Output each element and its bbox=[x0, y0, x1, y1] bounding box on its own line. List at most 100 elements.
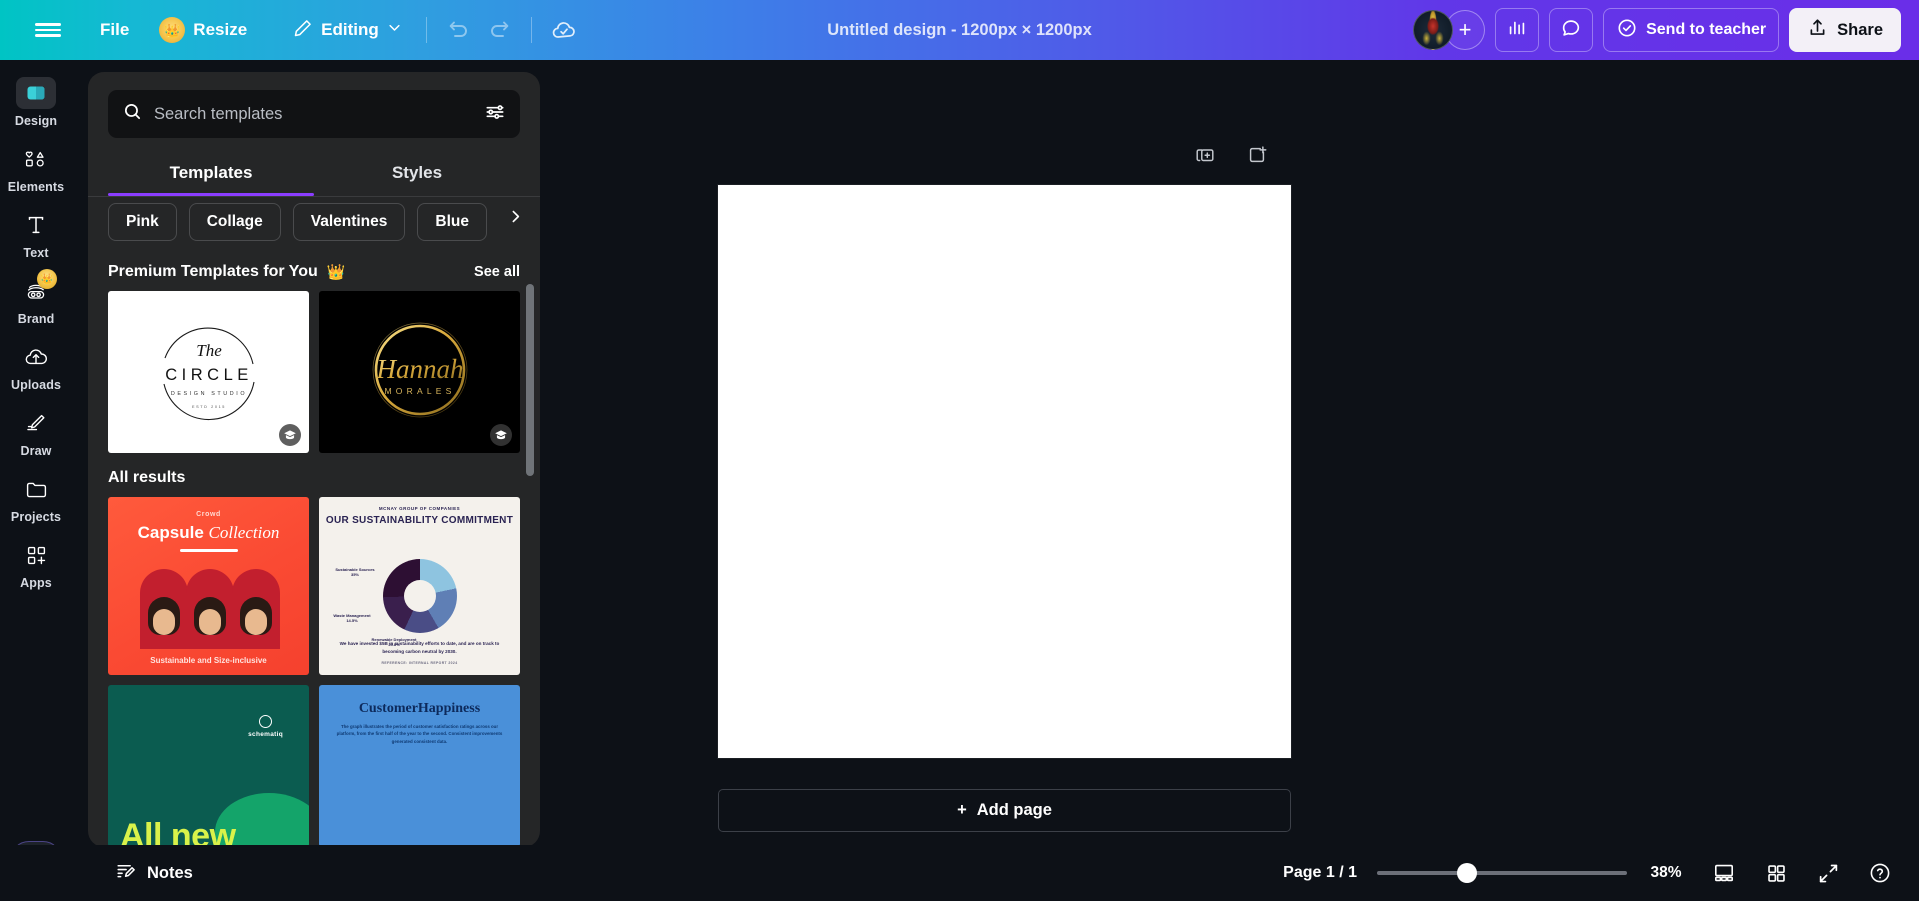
template-card-hannah-morales[interactable]: Hannah MORALES bbox=[319, 291, 520, 453]
sidebar-item-uploads[interactable]: Uploads bbox=[4, 334, 68, 398]
bottom-toolbar-right-group: Page 1 / 1 38% bbox=[1283, 856, 1899, 890]
sidebar-item-apps[interactable]: Apps bbox=[4, 532, 68, 596]
see-all-link[interactable]: See all bbox=[474, 264, 520, 280]
template-card-capsule-collection[interactable]: Crowd Capsule Collection Sustainable and… bbox=[108, 497, 309, 675]
all-results-grid: Crowd Capsule Collection Sustainable and… bbox=[108, 497, 520, 847]
capsule-underline bbox=[180, 549, 238, 552]
help-question-icon[interactable] bbox=[1861, 856, 1899, 890]
chip-blue[interactable]: Blue bbox=[417, 203, 487, 241]
premium-templates-grid: The CIRCLE DESIGN STUDIO ESTD 2015 bbox=[108, 291, 520, 453]
notes-button[interactable]: Notes bbox=[105, 853, 203, 894]
chip-valentines[interactable]: Valentines bbox=[293, 203, 406, 241]
resize-button[interactable]: 👑 Resize bbox=[147, 8, 259, 52]
analytics-button[interactable] bbox=[1495, 8, 1539, 52]
schematiq-logo: schematiq bbox=[248, 715, 283, 738]
duplicate-page-icon[interactable] bbox=[1190, 140, 1220, 170]
text-t-icon bbox=[16, 209, 56, 241]
top-toolbar: File 👑 Resize Editing Unti bbox=[0, 0, 1919, 60]
send-to-teacher-button[interactable]: Send to teacher bbox=[1603, 8, 1779, 52]
premium-section-header: Premium Templates for You 👑 See all bbox=[108, 263, 520, 281]
sustain-body: We have invested $5B in sustainability e… bbox=[333, 640, 506, 655]
filter-sliders-icon[interactable] bbox=[484, 101, 506, 128]
sustain-label-1: Waste Management 14.5% bbox=[323, 613, 381, 623]
toolbar-divider-1 bbox=[426, 17, 427, 43]
top-toolbar-right-group: + Send to teacher bbox=[1413, 0, 1901, 60]
sidebar-label-brand: Brand bbox=[18, 312, 55, 326]
sidebar-item-projects[interactable]: Projects bbox=[4, 466, 68, 530]
sidebar-item-elements[interactable]: Elements bbox=[4, 136, 68, 200]
document-title[interactable]: Untitled design - 1200px × 1200px bbox=[815, 15, 1104, 46]
schematiq-name: schematiq bbox=[248, 731, 283, 738]
panel-scrollbar-thumb[interactable] bbox=[526, 284, 534, 476]
sidebar-label-text: Text bbox=[23, 246, 48, 260]
send-to-teacher-label: Send to teacher bbox=[1646, 21, 1766, 39]
panel-scroll-area[interactable]: Pink Collage Valentines Blue Premium Tem… bbox=[88, 185, 540, 847]
search-templates-bar[interactable] bbox=[108, 90, 520, 138]
graduation-cap-icon bbox=[490, 424, 512, 446]
sidebar-label-uploads: Uploads bbox=[11, 378, 61, 392]
svg-text:DESIGN STUDIO: DESIGN STUDIO bbox=[170, 391, 246, 397]
page-view-icon[interactable] bbox=[1705, 856, 1743, 890]
sidebar-label-elements: Elements bbox=[8, 180, 64, 194]
sidebar-item-brand[interactable]: 👑 Brand bbox=[4, 268, 68, 332]
notes-pencil-icon bbox=[115, 860, 137, 887]
customer-happiness-title: CustomerHappiness bbox=[319, 701, 520, 717]
zoom-percent-label[interactable]: 38% bbox=[1641, 864, 1691, 882]
sidebar-item-draw[interactable]: Draw bbox=[4, 400, 68, 464]
graduation-cap-icon bbox=[279, 424, 301, 446]
fullscreen-expand-icon[interactable] bbox=[1809, 856, 1847, 890]
hamburger-menu-icon[interactable] bbox=[28, 10, 68, 50]
add-page-button[interactable]: + Add page bbox=[718, 789, 1291, 832]
template-card-customer-happiness[interactable]: CustomerHappiness The graph illustrates … bbox=[319, 685, 520, 847]
svg-text:ESTD 2015: ESTD 2015 bbox=[191, 405, 225, 409]
chip-collage[interactable]: Collage bbox=[189, 203, 281, 241]
zoom-slider-thumb[interactable] bbox=[1457, 863, 1477, 883]
sidebar-item-text[interactable]: Text bbox=[4, 202, 68, 266]
check-circle-icon bbox=[1616, 17, 1638, 44]
design-page-canvas[interactable] bbox=[718, 185, 1291, 758]
search-input[interactable] bbox=[154, 105, 473, 124]
notes-label: Notes bbox=[147, 864, 193, 883]
cloud-upload-icon bbox=[16, 341, 56, 373]
filter-chips-row: Pink Collage Valentines Blue bbox=[108, 185, 520, 247]
apps-grid-plus-icon bbox=[16, 539, 56, 571]
sidebar-item-design[interactable]: Design bbox=[4, 70, 68, 134]
add-page-icon[interactable] bbox=[1242, 140, 1272, 170]
search-icon bbox=[122, 101, 143, 127]
template-card-sustainability[interactable]: MCNAY GROUP OF COMPANIES OUR SUSTAINABIL… bbox=[319, 497, 520, 675]
svg-text:CIRCLE: CIRCLE bbox=[165, 366, 253, 384]
sidebar-label-design: Design bbox=[15, 114, 57, 128]
grid-thumbnails-icon[interactable] bbox=[1757, 856, 1795, 890]
templates-panel: Templates Styles Pink Collage Valentines… bbox=[88, 72, 540, 847]
svg-text:Hannah: Hannah bbox=[375, 354, 463, 384]
crown-icon: 👑 bbox=[327, 263, 346, 281]
share-label: Share bbox=[1837, 21, 1883, 40]
file-menu-label: File bbox=[100, 20, 129, 40]
zoom-slider-track bbox=[1377, 871, 1627, 875]
svg-text:The: The bbox=[196, 341, 222, 360]
shapes-grid-icon bbox=[16, 143, 56, 175]
template-card-the-circle[interactable]: The CIRCLE DESIGN STUDIO ESTD 2015 bbox=[108, 291, 309, 453]
svg-text:MORALES: MORALES bbox=[384, 386, 455, 396]
collaborators-group: + bbox=[1413, 10, 1485, 50]
zoom-slider[interactable] bbox=[1377, 859, 1627, 887]
comments-button[interactable] bbox=[1549, 8, 1593, 52]
user-avatar[interactable] bbox=[1413, 10, 1453, 50]
chevron-right-icon[interactable] bbox=[502, 197, 528, 235]
cloud-check-icon[interactable] bbox=[544, 10, 584, 50]
template-card-schematiq[interactable]: schematiq All new bbox=[108, 685, 309, 847]
sidebar-label-projects: Projects bbox=[11, 510, 61, 524]
undo-arrow-icon[interactable] bbox=[439, 10, 479, 50]
file-menu-button[interactable]: File bbox=[88, 8, 141, 52]
chip-pink[interactable]: Pink bbox=[108, 203, 177, 241]
editing-mode-button[interactable]: Editing bbox=[281, 8, 414, 52]
sustain-source: REFERENCE: INTERNAL REPORT 2024 bbox=[319, 661, 520, 665]
share-button[interactable]: Share bbox=[1789, 8, 1901, 52]
upload-arrow-icon bbox=[1807, 17, 1828, 43]
brand-co-icon: 👑 bbox=[16, 275, 56, 307]
speech-bubble-icon bbox=[1560, 17, 1582, 44]
sustain-donut-chart bbox=[383, 559, 457, 633]
capsule-footer: Sustainable and Size-inclusive bbox=[108, 656, 309, 665]
redo-arrow-icon[interactable] bbox=[479, 10, 519, 50]
left-sidebar-rail: Design Elements Text bbox=[0, 60, 72, 901]
